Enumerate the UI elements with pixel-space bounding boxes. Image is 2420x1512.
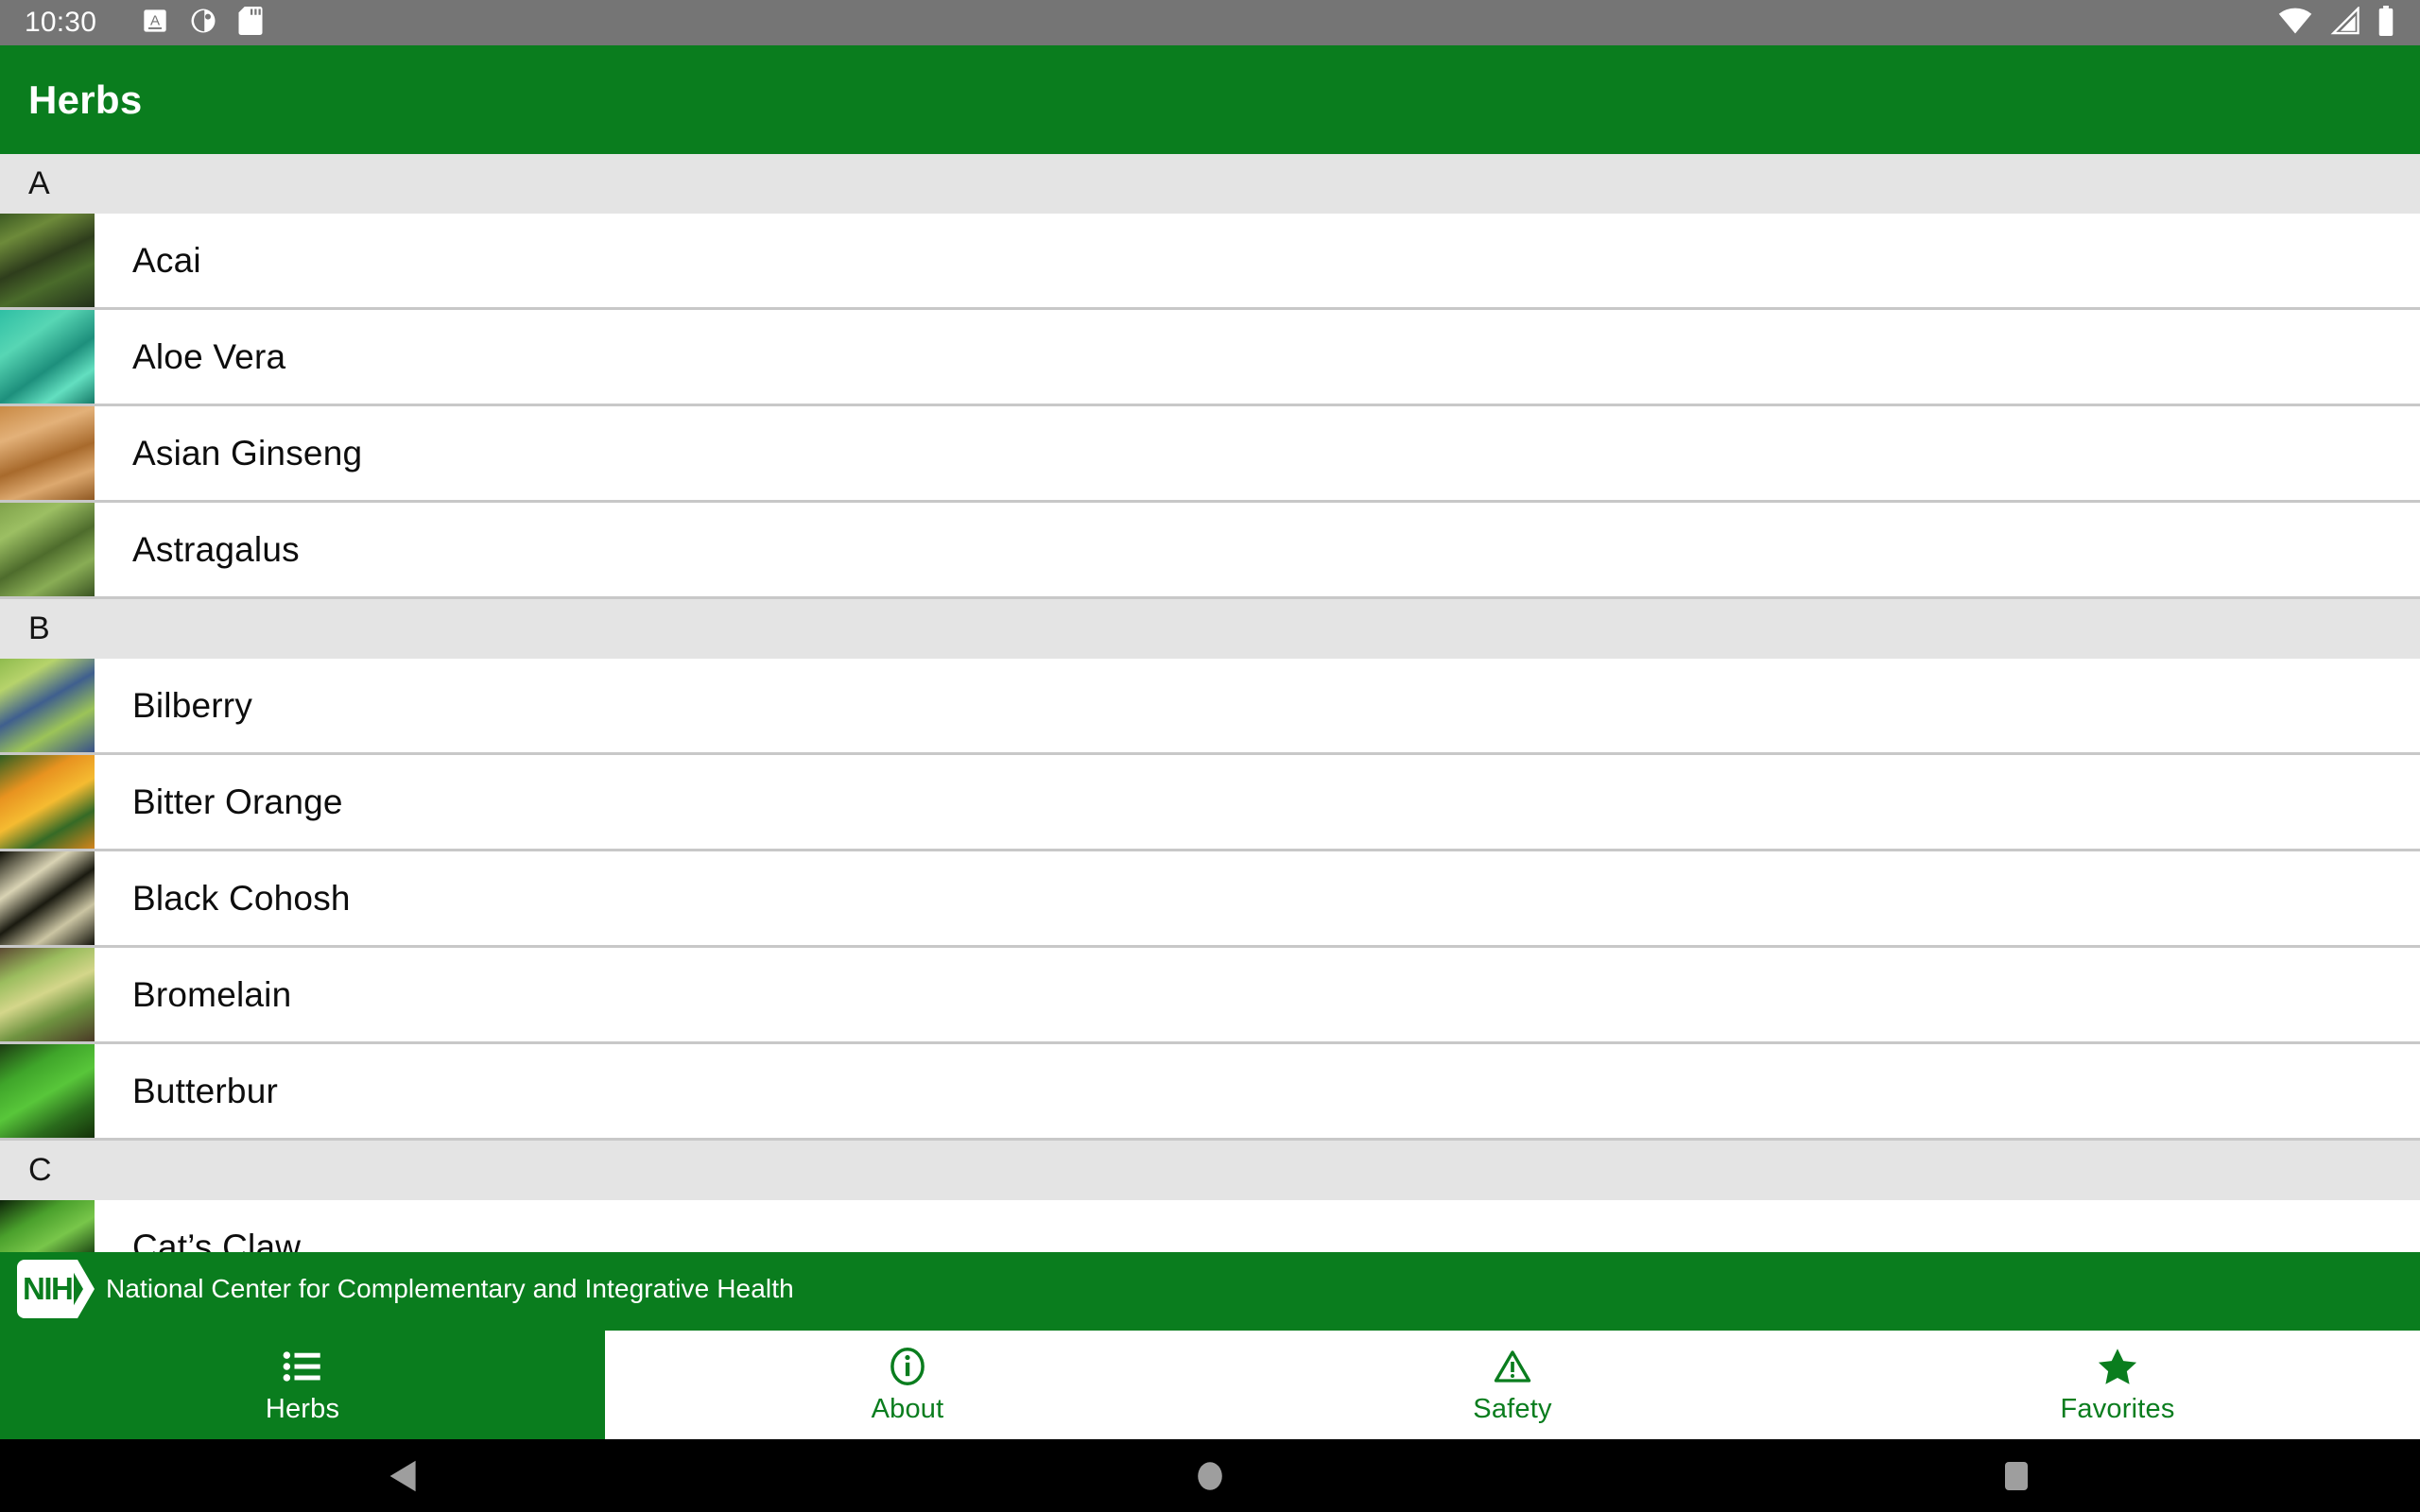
tab-favorites[interactable]: Favorites	[1815, 1331, 2420, 1439]
herb-label-wrap: Aloe Vera	[95, 310, 2420, 404]
recents-button[interactable]	[1614, 1460, 2420, 1492]
herb-list-item[interactable]: Asian Ginseng	[0, 406, 2420, 503]
herb-label-wrap: Bromelain	[95, 948, 2420, 1041]
section-header-label: A	[28, 165, 50, 201]
bottom-tab-bar: Herbs About Safety Favorites	[0, 1326, 2420, 1439]
status-bar-right	[2278, 5, 2395, 41]
tab-safety[interactable]: Safety	[1210, 1331, 1815, 1439]
star-icon	[2097, 1345, 2138, 1388]
herb-list-item[interactable]: Acai	[0, 214, 2420, 310]
herb-list[interactable]: A Acai Aloe Vera Asian Ginseng Astragalus B Bi…	[0, 154, 2420, 1252]
android-nav-bar	[0, 1439, 2420, 1512]
bitter-orange-thumbnail	[0, 755, 95, 849]
home-circle-icon	[1198, 1461, 1222, 1490]
herb-label-wrap: Cat’s Claw	[95, 1200, 2420, 1253]
section-header-c: C	[0, 1141, 2420, 1200]
herb-list-item[interactable]: Aloe Vera	[0, 310, 2420, 406]
back-triangle-icon	[389, 1460, 416, 1491]
recents-square-icon	[2005, 1461, 2029, 1490]
tab-label: Favorites	[2060, 1394, 2175, 1424]
aloe-vera-thumbnail	[0, 310, 95, 404]
app-bar: Herbs	[0, 45, 2420, 154]
nih-banner: NIH National Center for Complementary an…	[0, 1252, 2420, 1326]
cats-claw-thumbnail	[0, 1200, 95, 1252]
tab-label: Safety	[1473, 1394, 1552, 1424]
tab-about[interactable]: About	[605, 1331, 1210, 1439]
black-cohosh-thumbnail	[0, 851, 95, 945]
sd-card-icon	[238, 6, 263, 40]
herb-label-wrap: Acai	[95, 214, 2420, 307]
herb-list-item[interactable]: Bilberry	[0, 659, 2420, 755]
herb-name: Aloe Vera	[132, 336, 286, 376]
tab-label: About	[871, 1394, 944, 1424]
herb-label-wrap: Bitter Orange	[95, 755, 2420, 849]
section-header-label: B	[28, 610, 50, 646]
back-button[interactable]	[0, 1459, 806, 1493]
asian-ginseng-thumbnail	[0, 406, 95, 500]
warning-triangle-icon	[1494, 1345, 1531, 1388]
keyboard-language-icon: A	[142, 8, 168, 39]
tab-label: Herbs	[265, 1394, 340, 1424]
status-clock: 10:30	[25, 7, 97, 38]
tab-herbs[interactable]: Herbs	[0, 1331, 605, 1439]
butterbur-thumbnail	[0, 1044, 95, 1138]
herb-name: Butterbur	[132, 1071, 278, 1110]
herb-name: Acai	[132, 240, 201, 280]
wifi-icon	[2278, 7, 2312, 40]
herb-label-wrap: Asian Ginseng	[95, 406, 2420, 500]
nih-logo: NIH	[17, 1260, 95, 1318]
section-header-a: A	[0, 154, 2420, 214]
status-bar: 10:30 A	[0, 0, 2420, 45]
section-header-label: C	[28, 1152, 52, 1188]
herb-list-item[interactable]: Astragalus	[0, 503, 2420, 599]
nih-chevron-icon	[66, 1260, 96, 1323]
herb-list-item[interactable]: Cat’s Claw	[0, 1200, 2420, 1252]
svg-text:A: A	[150, 12, 161, 28]
bilberry-thumbnail	[0, 659, 95, 752]
herb-list-item[interactable]: Bitter Orange	[0, 755, 2420, 851]
astragalus-thumbnail	[0, 503, 95, 596]
herb-label-wrap: Bilberry	[95, 659, 2420, 752]
herb-name: Cat’s Claw	[132, 1227, 302, 1253]
page-title: Herbs	[28, 77, 143, 122]
herb-label-wrap: Butterbur	[95, 1044, 2420, 1138]
herb-list-item[interactable]: Butterbur	[0, 1044, 2420, 1141]
list-icon	[283, 1345, 322, 1388]
status-bar-left: 10:30 A	[25, 6, 2278, 40]
cellular-signal-icon	[2329, 5, 2360, 40]
herb-name: Asian Ginseng	[132, 433, 363, 472]
herb-name: Bilberry	[132, 685, 253, 725]
info-circle-icon	[889, 1345, 926, 1388]
herb-name: Bitter Orange	[132, 782, 343, 821]
herb-label-wrap: Astragalus	[95, 503, 2420, 596]
home-button[interactable]	[806, 1459, 1613, 1493]
herb-name: Bromelain	[132, 974, 292, 1014]
herb-list-item[interactable]: Black Cohosh	[0, 851, 2420, 948]
herb-name: Black Cohosh	[132, 878, 351, 918]
herb-name: Astragalus	[132, 529, 300, 569]
nih-logo-text: NIH	[23, 1271, 74, 1306]
herb-list-item[interactable]: Bromelain	[0, 948, 2420, 1044]
section-header-b: B	[0, 599, 2420, 659]
battery-icon	[2377, 5, 2395, 41]
dnd-icon	[189, 7, 217, 40]
acai-thumbnail	[0, 214, 95, 307]
herb-label-wrap: Black Cohosh	[95, 851, 2420, 945]
nih-banner-text: National Center for Complementary and In…	[106, 1274, 794, 1303]
app-screen: 10:30 A Herbs A Acai Aloe Vera Asian Gin…	[0, 0, 2420, 1512]
bromelain-thumbnail	[0, 948, 95, 1041]
